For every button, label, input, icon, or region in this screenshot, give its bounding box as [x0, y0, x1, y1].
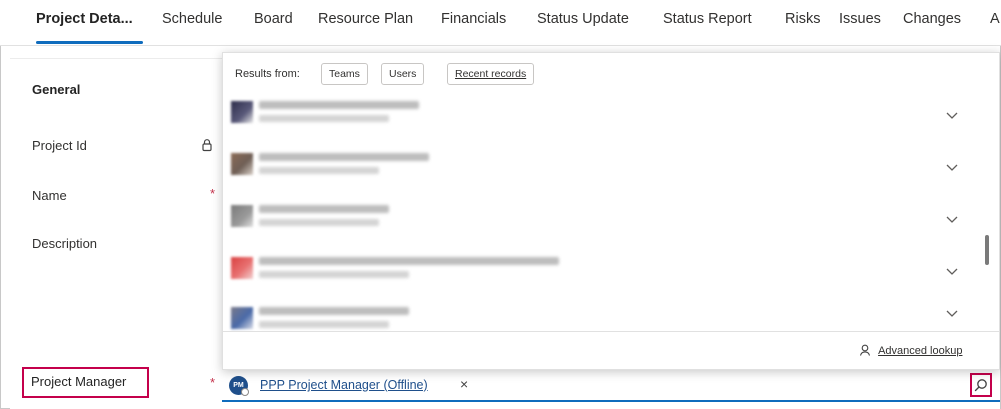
chevron-down-icon[interactable]: [945, 163, 959, 173]
project-manager-lookup[interactable]: PM PPP Project Manager (Offline) ×: [222, 371, 1000, 402]
person-search-icon: [859, 344, 871, 356]
chevron-down-icon[interactable]: [945, 309, 959, 319]
description-label: Description: [32, 236, 98, 251]
results-from-label: Results from:: [235, 68, 300, 80]
remove-selection-button[interactable]: ×: [460, 376, 468, 392]
lookup-result-item[interactable]: [223, 149, 983, 201]
active-tab-indicator: [36, 41, 143, 44]
required-marker-project-manager: *: [210, 375, 216, 390]
project-id-label: Project Id: [32, 138, 87, 153]
tab-overflow[interactable]: A: [990, 11, 1000, 27]
chevron-down-icon[interactable]: [945, 111, 959, 121]
filter-users-button[interactable]: Users: [381, 63, 425, 85]
dropdown-divider: [223, 331, 999, 332]
section-title-general: General: [32, 82, 81, 97]
advanced-lookup-button[interactable]: Advanced lookup: [859, 344, 962, 357]
lookup-result-item[interactable]: [223, 201, 983, 253]
avatar: [231, 257, 253, 279]
blurred-record-name: [259, 205, 389, 213]
blurred-record-detail: [259, 271, 409, 278]
project-manager-label: Project Manager: [31, 374, 127, 389]
lookup-dropdown: Results from: Teams Users Recent records: [222, 52, 1000, 370]
blurred-record-name: [259, 307, 409, 315]
tab-status-update[interactable]: Status Update: [537, 11, 629, 27]
chevron-down-icon[interactable]: [945, 267, 959, 277]
search-button[interactable]: [970, 373, 992, 397]
avatar: [231, 307, 253, 329]
tab-issues[interactable]: Issues: [839, 11, 881, 27]
recent-records-button[interactable]: Recent records: [447, 63, 535, 85]
blurred-record-detail: [259, 321, 389, 328]
presence-icon: [241, 388, 249, 396]
tab-schedule[interactable]: Schedule: [162, 11, 222, 27]
blurred-record-detail: [259, 115, 389, 122]
avatar: [231, 205, 253, 227]
selected-project-manager-link[interactable]: PPP Project Manager (Offline): [260, 378, 428, 392]
lookup-result-item[interactable]: [223, 97, 983, 149]
filter-teams-button[interactable]: Teams: [321, 63, 368, 85]
avatar: [231, 153, 253, 175]
tab-risks[interactable]: Risks: [785, 11, 820, 27]
required-marker-name: *: [210, 186, 216, 201]
lookup-result-item[interactable]: [223, 253, 983, 305]
tab-project-details[interactable]: Project Deta...: [36, 11, 133, 27]
tab-bar: Project Deta... Schedule Board Resource …: [0, 0, 1001, 46]
blurred-record-detail: [259, 219, 379, 226]
blurred-record-detail: [259, 167, 379, 174]
tab-financials[interactable]: Financials: [441, 11, 506, 27]
name-label: Name: [32, 188, 67, 203]
chevron-down-icon[interactable]: [945, 215, 959, 225]
blurred-record-name: [259, 153, 429, 161]
lock-icon: [202, 139, 212, 152]
search-icon: [974, 379, 987, 392]
tab-resource-plan[interactable]: Resource Plan: [318, 11, 413, 27]
blurred-record-name: [259, 101, 419, 109]
dropdown-scrollbar[interactable]: [985, 235, 989, 265]
avatar: [231, 101, 253, 123]
tab-status-report[interactable]: Status Report: [663, 11, 752, 27]
advanced-lookup-label: Advanced lookup: [878, 345, 963, 357]
blurred-record-name: [259, 257, 559, 265]
tab-changes[interactable]: Changes: [903, 11, 961, 27]
tab-board[interactable]: Board: [254, 11, 293, 27]
